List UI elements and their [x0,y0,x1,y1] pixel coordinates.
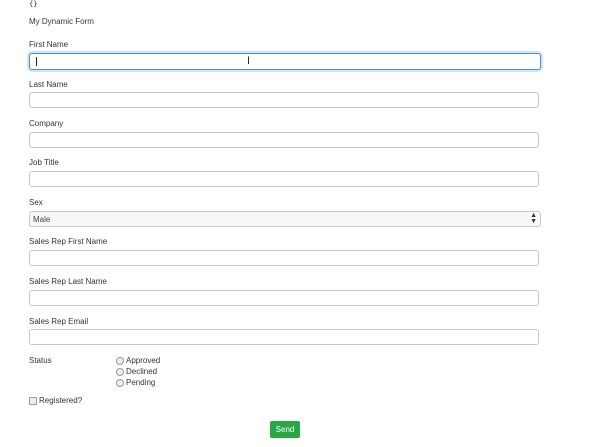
last-name-label: Last Name [29,80,68,89]
job-title-input[interactable] [29,171,539,187]
registered-checkbox[interactable] [29,397,37,405]
job-title-label: Job Title [29,158,59,167]
sales-rep-email-label: Sales Rep Email [29,317,89,326]
status-radio-declined[interactable] [116,368,124,376]
status-option-label: Declined [126,367,158,376]
sales-rep-first-name-label: Sales Rep First Name [29,237,108,246]
company-label: Company [29,119,64,128]
status-radio-approved[interactable] [116,357,124,365]
text-cursor-icon: Ⅰ [247,56,250,67]
text-caret [36,57,37,66]
sales-rep-first-name-input[interactable] [29,250,539,266]
first-name-label: First Name [29,40,69,49]
company-input[interactable] [29,132,539,148]
sales-rep-last-name-label: Sales Rep Last Name [29,277,107,286]
debug-output: {} [29,0,38,8]
first-name-input[interactable] [29,53,541,70]
sex-select-value: Male [33,215,51,224]
sex-select[interactable]: Male ▲ ▼ [29,211,541,227]
select-arrows-icon: ▲ ▼ [530,212,537,225]
status-option-label: Pending [126,378,156,387]
send-button[interactable]: Send [270,421,300,438]
status-label: Status [29,356,52,365]
last-name-input[interactable] [29,92,539,108]
status-radio-pending[interactable] [116,379,124,387]
status-option-label: Approved [126,356,161,365]
sales-rep-last-name-input[interactable] [29,290,539,306]
sales-rep-email-input[interactable] [29,329,539,345]
registered-label: Registered? [39,396,83,405]
form-title: My Dynamic Form [29,17,94,26]
sex-label: Sex [29,198,43,207]
